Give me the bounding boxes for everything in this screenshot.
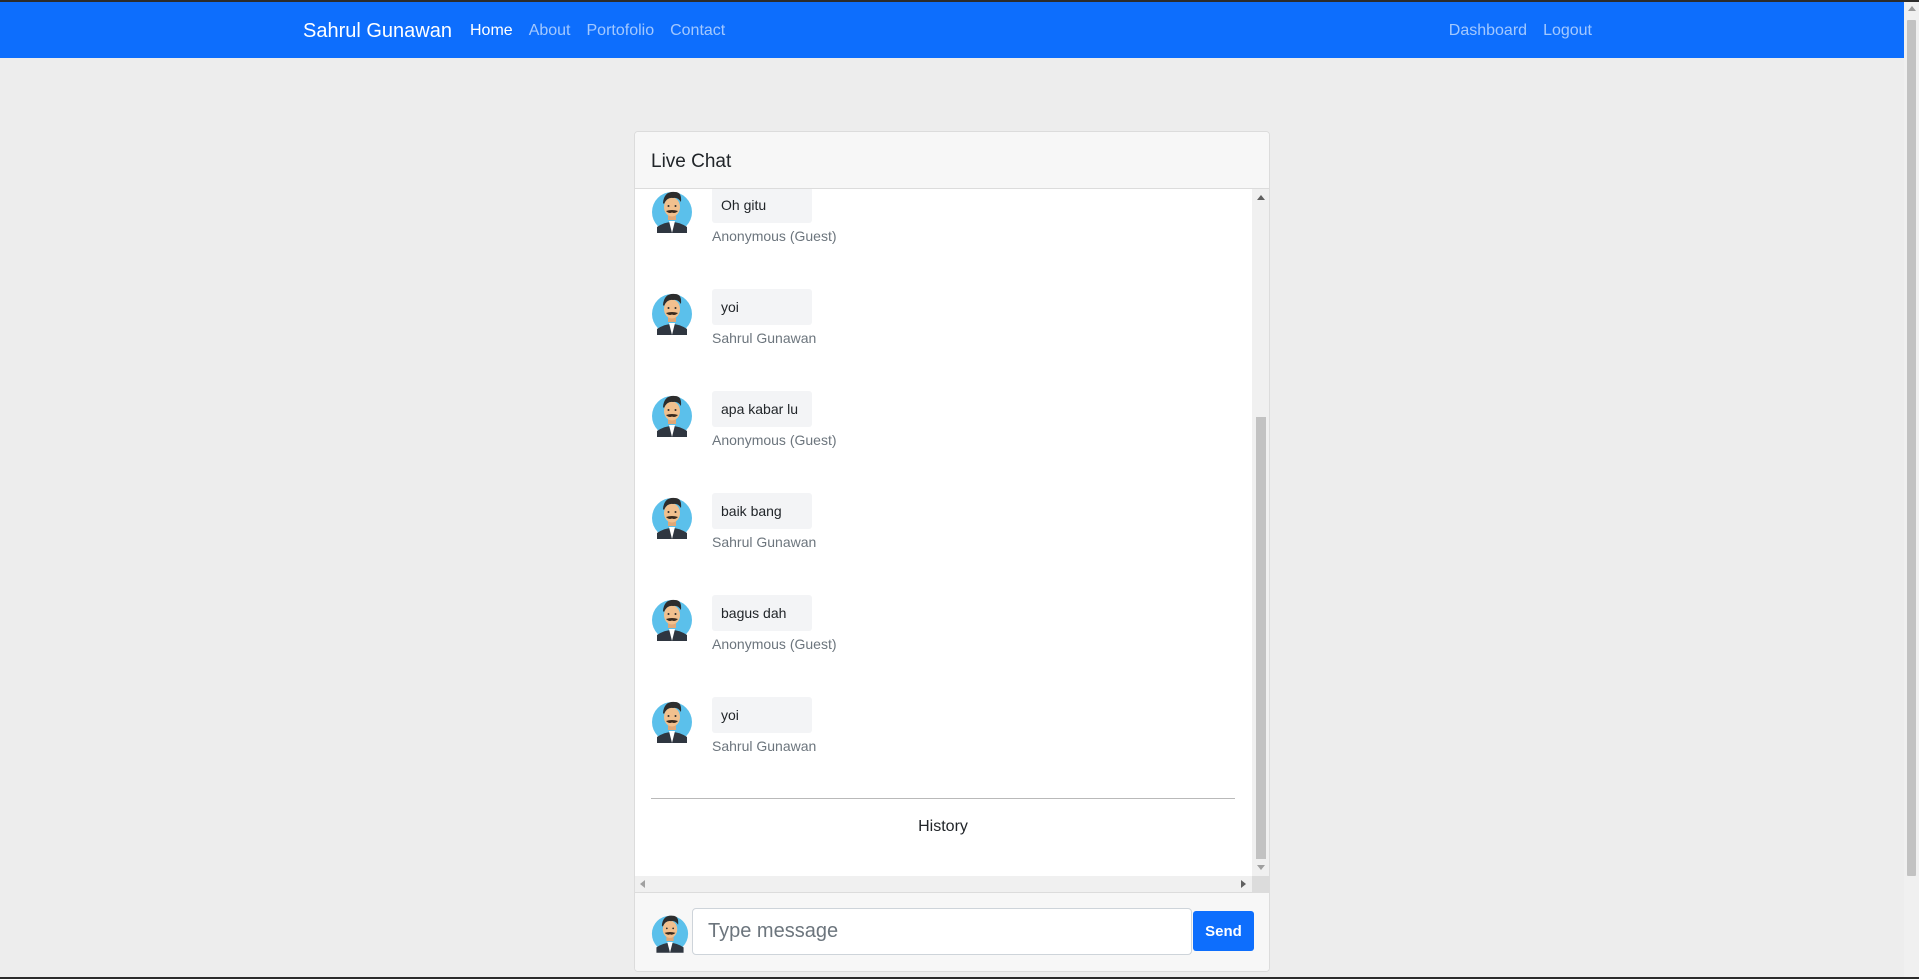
man-avatar-icon [651,493,693,539]
scrollbar-thumb[interactable] [1256,417,1266,859]
scrollbar-thumb[interactable] [1907,20,1916,876]
man-avatar-icon [651,911,689,953]
chat-message: bagus dah Anonymous (Guest) [651,595,1251,685]
nav-link-portofolio[interactable]: Portofolio [587,21,655,41]
message-bubble: yoi [712,289,812,325]
history-divider [651,798,1235,799]
chat-horizontal-scrollbar[interactable] [635,876,1252,892]
message-bubble: baik bang [712,493,812,529]
man-avatar-icon [651,289,693,335]
message-sender: Sahrul Gunawan [712,330,817,346]
page-viewport: Sahrul Gunawan Home About Portofolio Con… [0,2,1904,977]
chat-vertical-scrollbar[interactable] [1252,189,1269,876]
nav-right-links: Dashboard Logout [1449,21,1592,41]
navbar-brand[interactable]: Sahrul Gunawan [303,19,452,43]
message-bubble: Oh gitu [712,189,812,223]
chat-message: apa kabar lu Anonymous (Guest) [651,391,1251,481]
scroll-right-arrow-icon[interactable] [1241,880,1246,888]
man-avatar-icon [651,595,693,641]
nav-link-dashboard[interactable]: Dashboard [1449,21,1527,41]
chat-header: Live Chat [635,132,1269,189]
live-chat-card: Live Chat Oh gitu Anonymous (Guest) yoi … [634,131,1270,972]
send-button[interactable]: Send [1193,911,1254,951]
scroll-up-arrow-icon[interactable] [1908,6,1916,11]
man-avatar-icon [651,391,693,437]
chat-input-bar: Send [635,892,1269,971]
nav-link-logout[interactable]: Logout [1543,21,1592,41]
message-sender: Anonymous (Guest) [712,228,837,244]
man-avatar-icon [651,189,693,233]
message-sender: Sahrul Gunawan [712,738,817,754]
scroll-down-arrow-icon[interactable] [1257,865,1265,870]
scrollbar-corner [1252,876,1269,892]
scroll-left-arrow-icon[interactable] [640,880,645,888]
history-label: History [918,818,968,835]
message-sender: Anonymous (Guest) [712,432,837,448]
scroll-up-arrow-icon[interactable] [1257,195,1265,200]
nav-links: Home About Portofolio Contact [470,21,725,41]
nav-link-contact[interactable]: Contact [670,21,725,41]
message-input[interactable] [692,908,1192,955]
nav-link-home[interactable]: Home [470,21,513,41]
chat-message: yoi Sahrul Gunawan [651,697,1251,787]
chat-messages[interactable]: Oh gitu Anonymous (Guest) yoi Sahrul Gun… [635,189,1269,892]
nav-link-about[interactable]: About [529,21,571,41]
chat-message: Oh gitu Anonymous (Guest) [651,189,1251,277]
message-sender: Anonymous (Guest) [712,636,837,652]
chat-title: Live Chat [651,151,732,172]
chat-message: yoi Sahrul Gunawan [651,289,1251,379]
window-vertical-scrollbar[interactable] [1904,2,1919,977]
message-bubble: apa kabar lu [712,391,812,427]
chat-message: baik bang Sahrul Gunawan [651,493,1251,583]
navbar: Sahrul Gunawan Home About Portofolio Con… [0,2,1904,58]
message-bubble: bagus dah [712,595,812,631]
message-bubble: yoi [712,697,812,733]
message-sender: Sahrul Gunawan [712,534,817,550]
man-avatar-icon [651,697,693,743]
